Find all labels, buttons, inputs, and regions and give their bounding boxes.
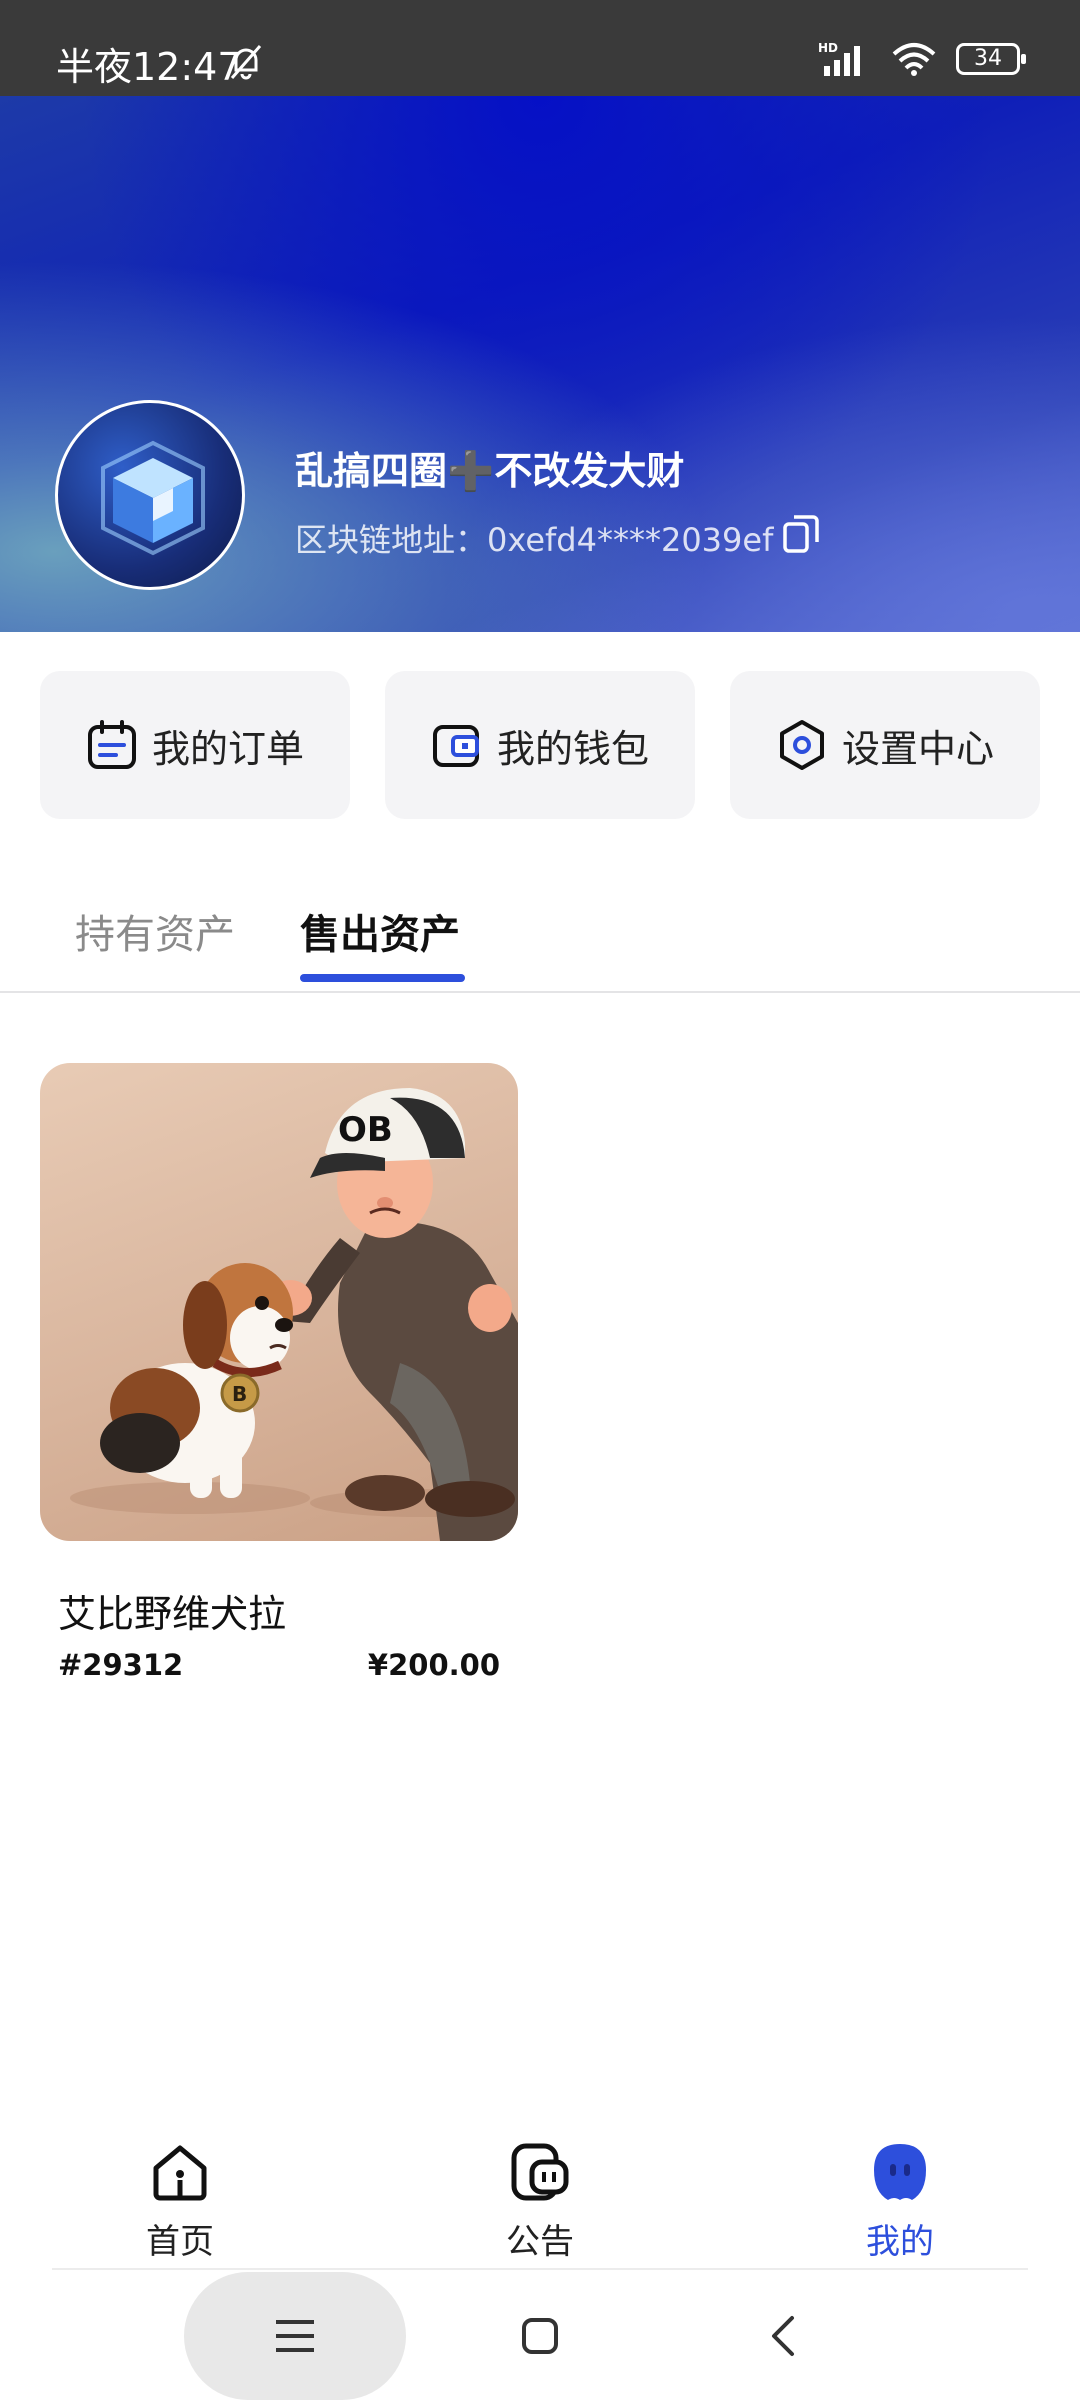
asset-card[interactable]: OB B 艾比野维犬拉 #29312 ¥200.00 (40, 1063, 518, 1682)
chain-address-value: 0xefd4****2039ef (487, 521, 774, 559)
my-orders-button[interactable]: 我的订单 (40, 671, 350, 819)
my-wallet-label: 我的钱包 (496, 726, 649, 771)
system-nav-bar (0, 2270, 1080, 2400)
chain-address: 区块链地址：0xefd4****2039ef (295, 515, 773, 561)
nav-profile-label: 我的 (866, 2222, 934, 2262)
nav-announcement[interactable]: 公告 (460, 2140, 620, 2263)
cube-logo-icon (101, 440, 205, 556)
announcement-icon (511, 2143, 569, 2201)
svg-text:B: B (232, 1382, 247, 1406)
asset-meta: #29312 ¥200.00 (58, 1648, 500, 1682)
asset-image: OB B (40, 1063, 518, 1541)
system-home-icon[interactable] (520, 2316, 560, 2356)
asset-illustration: OB B (70, 1088, 518, 1541)
status-bar: 半夜12:47 HD 34 (0, 0, 1080, 96)
calendar-icon (87, 720, 136, 769)
settings-center-button[interactable]: 设置中心 (730, 671, 1040, 819)
status-time: 半夜12:47 (56, 45, 242, 89)
tab-sold-assets[interactable]: 售出资产 (300, 902, 460, 960)
nav-profile[interactable]: 我的 (820, 2140, 980, 2263)
signal-icon: HD (818, 41, 860, 76)
nav-announcement-label: 公告 (506, 2222, 574, 2262)
wifi-icon (892, 43, 936, 76)
svg-text:HD: HD (818, 41, 838, 55)
tab-held-assets[interactable]: 持有资产 (75, 902, 235, 960)
battery-indicator: 34 (956, 43, 1026, 75)
asset-tabs: 持有资产 售出资产 (0, 860, 1080, 993)
profile-icon (874, 2144, 926, 2200)
hexagon-settings-icon (779, 720, 824, 770)
nav-home[interactable]: 首页 (100, 2140, 260, 2263)
nav-home-label: 首页 (146, 2222, 214, 2262)
bell-muted-icon (230, 45, 262, 80)
quick-actions: 我的订单 我的钱包 设置中心 (40, 671, 1040, 819)
system-back-icon[interactable] (768, 2314, 798, 2358)
copy-icon[interactable] (782, 512, 822, 554)
chain-address-label: 区块链地址： (295, 521, 488, 559)
active-tab-indicator (300, 974, 465, 982)
avatar[interactable] (55, 400, 245, 590)
my-orders-label: 我的订单 (151, 726, 304, 771)
asset-id: #29312 (58, 1648, 184, 1682)
asset-price: ¥200.00 (367, 1648, 500, 1682)
menu-icon (276, 2320, 314, 2352)
settings-center-label: 设置中心 (841, 726, 994, 771)
home-icon (153, 2145, 207, 2201)
profile-header: 乱搞四圈➕不改发大财 区块链地址：0xefd4****2039ef (0, 96, 1080, 632)
status-indicators: HD 34 (818, 40, 1026, 78)
profile-name: 乱搞四圈➕不改发大财 (295, 449, 685, 493)
wallet-icon (432, 725, 479, 767)
my-wallet-button[interactable]: 我的钱包 (385, 671, 695, 819)
bottom-nav: 首页 公告 我的 (0, 2120, 1080, 2270)
asset-title: 艾比野维犬拉 (58, 1592, 287, 1636)
svg-text:OB: OB (338, 1110, 393, 1150)
system-menu-button[interactable] (184, 2272, 406, 2400)
